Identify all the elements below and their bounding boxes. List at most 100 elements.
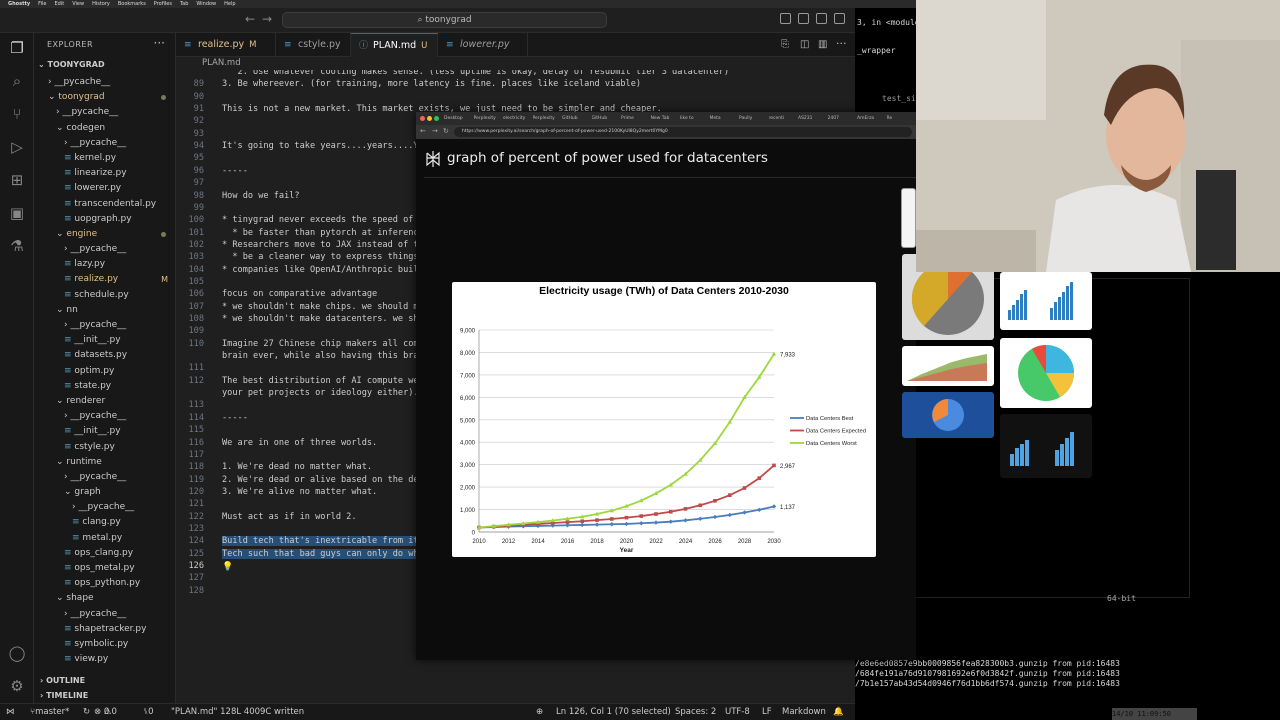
editor-tab[interactable]: ≡ lowerer.py	[438, 33, 528, 57]
testing-icon[interactable]: ⚗	[7, 236, 27, 256]
source-control-icon[interactable]: ⑂	[7, 104, 27, 124]
tree-item[interactable]: ⌄ graph	[34, 485, 175, 500]
branch-indicator[interactable]: ⑂ master*	[30, 704, 69, 720]
menubar-item[interactable]: Edit	[55, 1, 65, 7]
forward-arrow-icon[interactable]: →	[262, 12, 272, 26]
browser-tab[interactable]: AmErzo	[857, 114, 885, 124]
tree-item[interactable]: ≡ ops_python.py	[34, 576, 175, 591]
run-debug-icon[interactable]: ▷	[7, 137, 27, 157]
browser-tab[interactable]: Prime	[621, 114, 649, 124]
browser-tab[interactable]: Desktop	[444, 114, 472, 124]
language-mode[interactable]: Markdown	[782, 704, 826, 720]
tree-item[interactable]: ≡ realize.py M	[34, 272, 175, 287]
split-editor-icon[interactable]: ▥	[818, 39, 827, 50]
more-actions-icon[interactable]: ···	[154, 36, 165, 50]
customize-layout-icon[interactable]	[834, 13, 845, 24]
code-line[interactable]: Build tech that's inextricable from its	[222, 536, 424, 547]
toggle-panel-icon[interactable]	[798, 13, 809, 24]
tree-item[interactable]: ≡ metal.py	[34, 531, 175, 546]
lightbulb-icon[interactable]: 💡	[222, 562, 233, 572]
sync-icon[interactable]: ↻	[83, 704, 90, 720]
editor-tab[interactable]: ≡ realize.py M	[176, 33, 276, 57]
menubar-item[interactable]: Tab	[180, 1, 188, 7]
code-line[interactable]: It's going to take years....years....YE	[222, 141, 424, 151]
code-line[interactable]: your pet projects or ideology either).	[222, 388, 419, 398]
browser-tab[interactable]: 2407	[828, 114, 856, 124]
code-line[interactable]: focus on comparative advantage	[222, 289, 377, 299]
browser-tab[interactable]: electricity	[503, 114, 531, 124]
code-line[interactable]: brain ever, while also having this brai	[222, 351, 424, 361]
tree-item[interactable]: › __pycache__	[34, 607, 175, 622]
tree-item[interactable]: ⌄ runtime	[34, 455, 175, 470]
browser-tab[interactable]: New Tab	[651, 114, 679, 124]
tree-item[interactable]: ≡ lowerer.py	[34, 181, 175, 196]
tree-item[interactable]: ≡ uopgraph.py	[34, 212, 175, 227]
remote-explorer-icon[interactable]: ▣	[7, 203, 27, 223]
image-thumbnail[interactable]	[901, 188, 916, 248]
image-thumbnail-blue[interactable]	[902, 392, 994, 438]
image-thumbnail-area[interactable]	[902, 346, 994, 386]
preview-icon[interactable]: ◫	[800, 39, 809, 50]
reload-icon[interactable]: ↻	[443, 127, 449, 135]
browser-tab[interactable]: like to	[680, 114, 708, 124]
tree-item[interactable]: ⌄ engine	[34, 227, 175, 242]
tree-item[interactable]: › __pycache__	[34, 500, 175, 515]
tree-item[interactable]: ≡ datasets.py	[34, 348, 175, 363]
menubar-item[interactable]: History	[92, 1, 110, 7]
tree-item[interactable]: › __pycache__	[34, 318, 175, 333]
code-line[interactable]: * we shouldn't make chips. we should ma	[222, 302, 424, 312]
toggle-sidebar-icon[interactable]	[780, 13, 791, 24]
code-line[interactable]: 3. Be whereever. (for training, more lat…	[222, 79, 641, 89]
breadcrumb[interactable]: PLAN.md	[176, 57, 916, 70]
tree-item[interactable]: › __pycache__	[34, 242, 175, 257]
search-icon[interactable]: ⌕	[7, 71, 27, 91]
browser-tab[interactable]: AS231	[798, 114, 826, 124]
tree-item[interactable]: ≡ symbolic.py	[34, 637, 175, 652]
address-bar[interactable]: https://www.perplexity.ai/search/graph-o…	[454, 127, 912, 137]
code-line[interactable]: 1. We're dead no matter what.	[222, 462, 372, 472]
browser-tab[interactable]: Meta	[710, 114, 738, 124]
code-line[interactable]: -----	[222, 413, 248, 423]
menubar-item[interactable]: Bookmarks	[118, 1, 146, 7]
code-line[interactable]: The best distribution of AI compute we	[222, 376, 419, 386]
browser-tab[interactable]: Paully	[739, 114, 767, 124]
code-line[interactable]: -----	[222, 166, 248, 176]
code-line[interactable]: Imagine 27 Chinese chip makers all comp	[222, 339, 424, 349]
back-arrow-icon[interactable]: ←	[245, 12, 255, 26]
tree-item[interactable]: ⌄ codegen	[34, 121, 175, 136]
tree-item[interactable]: ≡ view.py	[34, 652, 175, 667]
tree-item[interactable]: ≡ cstyle.py	[34, 440, 175, 455]
notifications-icon[interactable]: 🔔	[833, 704, 844, 720]
problems-indicator[interactable]: ⊗ 0 ⚠ 0	[94, 704, 117, 720]
minimize-window-button[interactable]	[427, 116, 432, 121]
tree-item[interactable]: ≡ ops_clang.py	[34, 546, 175, 561]
code-line[interactable]: * be a cleaner way to express things	[222, 252, 418, 262]
tree-item[interactable]: ⌄ nn	[34, 303, 175, 318]
maximize-window-button[interactable]	[434, 116, 439, 121]
tree-item[interactable]: ≡ lazy.py	[34, 257, 175, 272]
explorer-icon[interactable]: ❐	[7, 38, 27, 58]
tree-item[interactable]: ⌄ renderer	[34, 394, 175, 409]
code-line[interactable]: * companies like OpenAI/Anthropic build	[222, 265, 424, 275]
editor-more-icon[interactable]: ···	[836, 37, 847, 50]
extensions-icon[interactable]: ⊞	[7, 170, 27, 190]
ports-indicator[interactable]: ⑊ 0	[143, 704, 154, 720]
menubar-item[interactable]: Profiles	[154, 1, 172, 7]
tree-item[interactable]: ≡ __init__.py	[34, 333, 175, 348]
tree-item[interactable]: ≡ kernel.py	[34, 151, 175, 166]
zoom-icon[interactable]: ⊕	[536, 704, 543, 720]
forward-arrow-icon[interactable]: →	[432, 127, 438, 135]
tree-item[interactable]: ≡ shapetracker.py	[34, 622, 175, 637]
tree-item[interactable]: ≡ __init__.py	[34, 424, 175, 439]
close-window-button[interactable]	[420, 116, 425, 121]
back-arrow-icon[interactable]: ←	[420, 127, 426, 135]
browser-tab[interactable]: GitHub	[592, 114, 620, 124]
chart-image[interactable]: Electricity usage (TWh) of Data Centers …	[452, 282, 876, 557]
indentation[interactable]: Spaces: 2	[675, 704, 716, 720]
menubar-item[interactable]: Help	[224, 1, 235, 7]
code-line[interactable]: Tech such that bad guys can only do wha	[222, 548, 424, 559]
code-line[interactable]: * we shouldn't make datacenters. we sho	[222, 314, 424, 324]
browser-tab[interactable]: GitHub	[562, 114, 590, 124]
editor-tab[interactable]: ⓘ PLAN.md U	[351, 33, 438, 57]
outline-section[interactable]: › OUTLINE	[40, 676, 85, 685]
